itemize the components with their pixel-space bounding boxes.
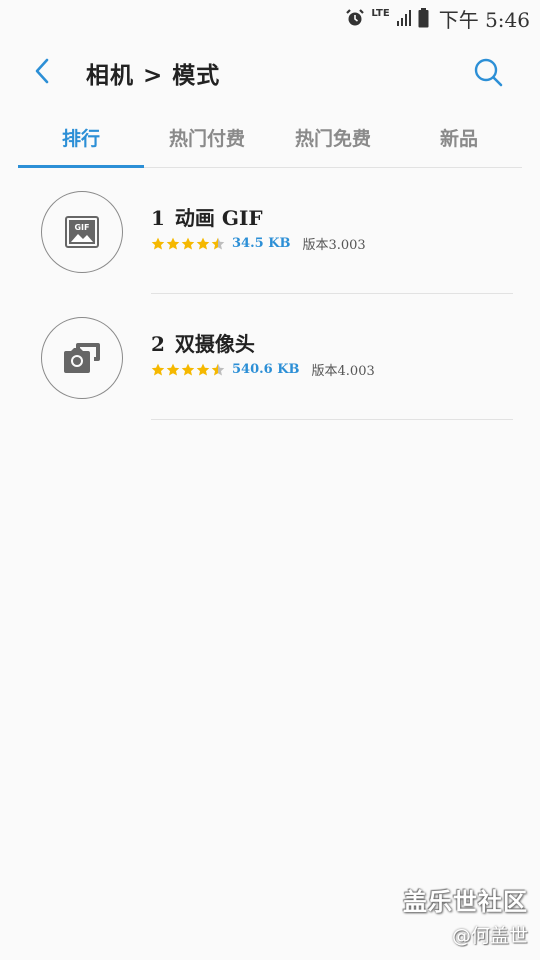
star-full-icon — [181, 363, 195, 375]
tab-ranking[interactable]: 排行 — [18, 114, 144, 168]
signal-icon — [396, 9, 412, 27]
item-version: 版本3.003 — [302, 238, 366, 253]
svg-text:GIF: GIF — [74, 223, 89, 232]
item-name: 双摄像头 — [174, 332, 255, 356]
status-time: 下午 5:46 — [438, 7, 530, 32]
star-full-icon — [166, 363, 180, 375]
tab-new[interactable]: 新品 — [396, 114, 522, 167]
star-full-icon — [196, 237, 210, 249]
rating-stars — [151, 363, 225, 377]
star-full-icon — [181, 237, 195, 249]
item-version: 版本4.003 — [311, 364, 375, 379]
tab-top-free[interactable]: 热门免费 — [270, 114, 396, 167]
star-full-icon — [151, 363, 165, 375]
star-half-icon — [211, 363, 225, 375]
item-rank: 1 — [151, 206, 165, 230]
tab-bar: 排行 热门付费 热门免费 新品 — [18, 114, 522, 168]
watermark-sub: @何盖世 — [451, 925, 528, 947]
star-full-icon — [151, 237, 165, 249]
star-full-icon — [196, 363, 210, 375]
item-title: 2 双摄像头 — [151, 328, 255, 357]
item-size: 540.6 KB — [232, 362, 300, 377]
watermark-main: 盖乐世社区 — [403, 888, 528, 916]
star-half-icon — [211, 237, 225, 249]
watermark: 盖乐世社区 @何盖世 — [403, 882, 528, 948]
chevron-left-icon — [35, 58, 49, 84]
list-item[interactable]: GIF 1 动画 GIF 34.5 KB 版本3.003 — [0, 168, 540, 294]
rating-stars — [151, 237, 225, 251]
battery-icon — [418, 8, 429, 28]
item-meta: 540.6 KB 版本4.003 — [151, 360, 375, 379]
search-button[interactable] — [472, 56, 504, 88]
divider — [151, 419, 513, 420]
item-name: 动画 GIF — [174, 206, 263, 230]
status-bar: LTE 下午 5:46 — [0, 0, 540, 36]
item-size: 34.5 KB — [232, 236, 291, 251]
search-icon — [474, 58, 503, 87]
mode-list: GIF 1 动画 GIF 34.5 KB 版本3.003 2 双摄像头 540.… — [0, 168, 540, 420]
item-rank: 2 — [151, 332, 165, 356]
alarm-icon — [345, 8, 365, 28]
star-full-icon — [166, 237, 180, 249]
lte-icon: LTE — [371, 8, 390, 19]
list-item[interactable]: 2 双摄像头 540.6 KB 版本4.003 — [0, 294, 540, 420]
gif-image-icon: GIF — [41, 191, 123, 273]
tab-top-paid[interactable]: 热门付费 — [144, 114, 270, 167]
page-title: 相机 > 模式 — [86, 62, 221, 89]
item-title: 1 动画 GIF — [151, 202, 263, 231]
dual-camera-icon — [41, 317, 123, 399]
back-button[interactable] — [28, 56, 58, 86]
app-header: 相机 > 模式 — [0, 44, 540, 100]
app-screen: LTE 下午 5:46 相机 > 模式 排行 热门付费 热门免费 新品 GIF … — [0, 0, 540, 960]
item-meta: 34.5 KB 版本3.003 — [151, 234, 366, 253]
